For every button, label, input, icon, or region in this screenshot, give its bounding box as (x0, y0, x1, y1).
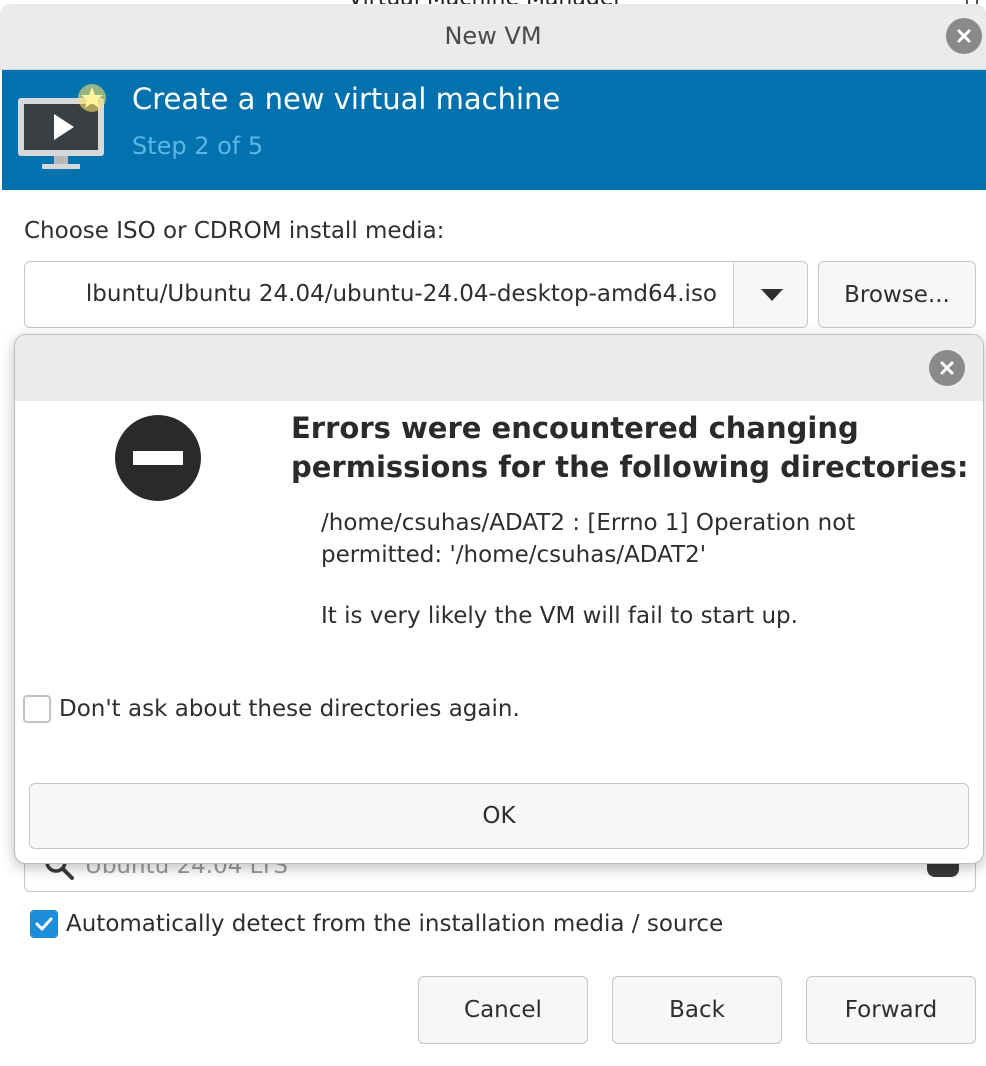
dialog-warning: It is very likely the VM will fail to st… (321, 603, 798, 629)
install-media-label: Choose ISO or CDROM install media: (24, 218, 445, 244)
auto-detect-checkbox[interactable] (30, 910, 58, 938)
window-close-button[interactable] (946, 18, 982, 54)
error-dialog: Errors were encountered changing permiss… (14, 334, 984, 864)
iso-path-input[interactable]: lbuntu/Ubuntu 24.04/ubuntu-24.04-desktop… (25, 281, 733, 307)
cancel-button[interactable]: Cancel (418, 976, 588, 1044)
dialog-header (15, 335, 983, 401)
error-icon (115, 415, 201, 501)
wizard-step: Step 2 of 5 (132, 132, 264, 160)
chevron-down-icon (760, 288, 783, 301)
checkmark-icon (35, 917, 53, 931)
auto-detect-label: Automatically detect from the installati… (66, 911, 724, 937)
browse-button[interactable]: Browse... (818, 261, 976, 328)
dont-ask-option[interactable]: Don't ask about these directories again. (23, 695, 520, 723)
error-icon-bar (133, 451, 183, 465)
auto-detect-option[interactable]: Automatically detect from the installati… (30, 910, 723, 938)
dropdown-button[interactable] (734, 262, 807, 327)
ok-button[interactable]: OK (29, 783, 969, 849)
close-icon (940, 361, 954, 375)
wizard-banner: Create a new virtual machine Step 2 of 5 (2, 70, 986, 190)
window-titlebar: New VM (0, 4, 986, 70)
close-icon (957, 29, 971, 43)
monitor-play-icon (18, 84, 106, 169)
back-button[interactable]: Back (612, 976, 782, 1044)
window-title: New VM (444, 22, 542, 50)
dialog-title: Errors were encountered changing permiss… (291, 411, 969, 484)
dont-ask-checkbox[interactable] (23, 695, 51, 723)
dialog-close-button[interactable] (929, 350, 965, 386)
iso-path-combobox[interactable]: lbuntu/Ubuntu 24.04/ubuntu-24.04-desktop… (24, 261, 808, 328)
wizard-heading: Create a new virtual machine (132, 82, 561, 116)
dont-ask-label: Don't ask about these directories again. (59, 696, 520, 722)
dialog-detail: /home/csuhas/ADAT2 : [Errno 1] Operation… (321, 510, 856, 568)
forward-button[interactable]: Forward (806, 976, 976, 1044)
